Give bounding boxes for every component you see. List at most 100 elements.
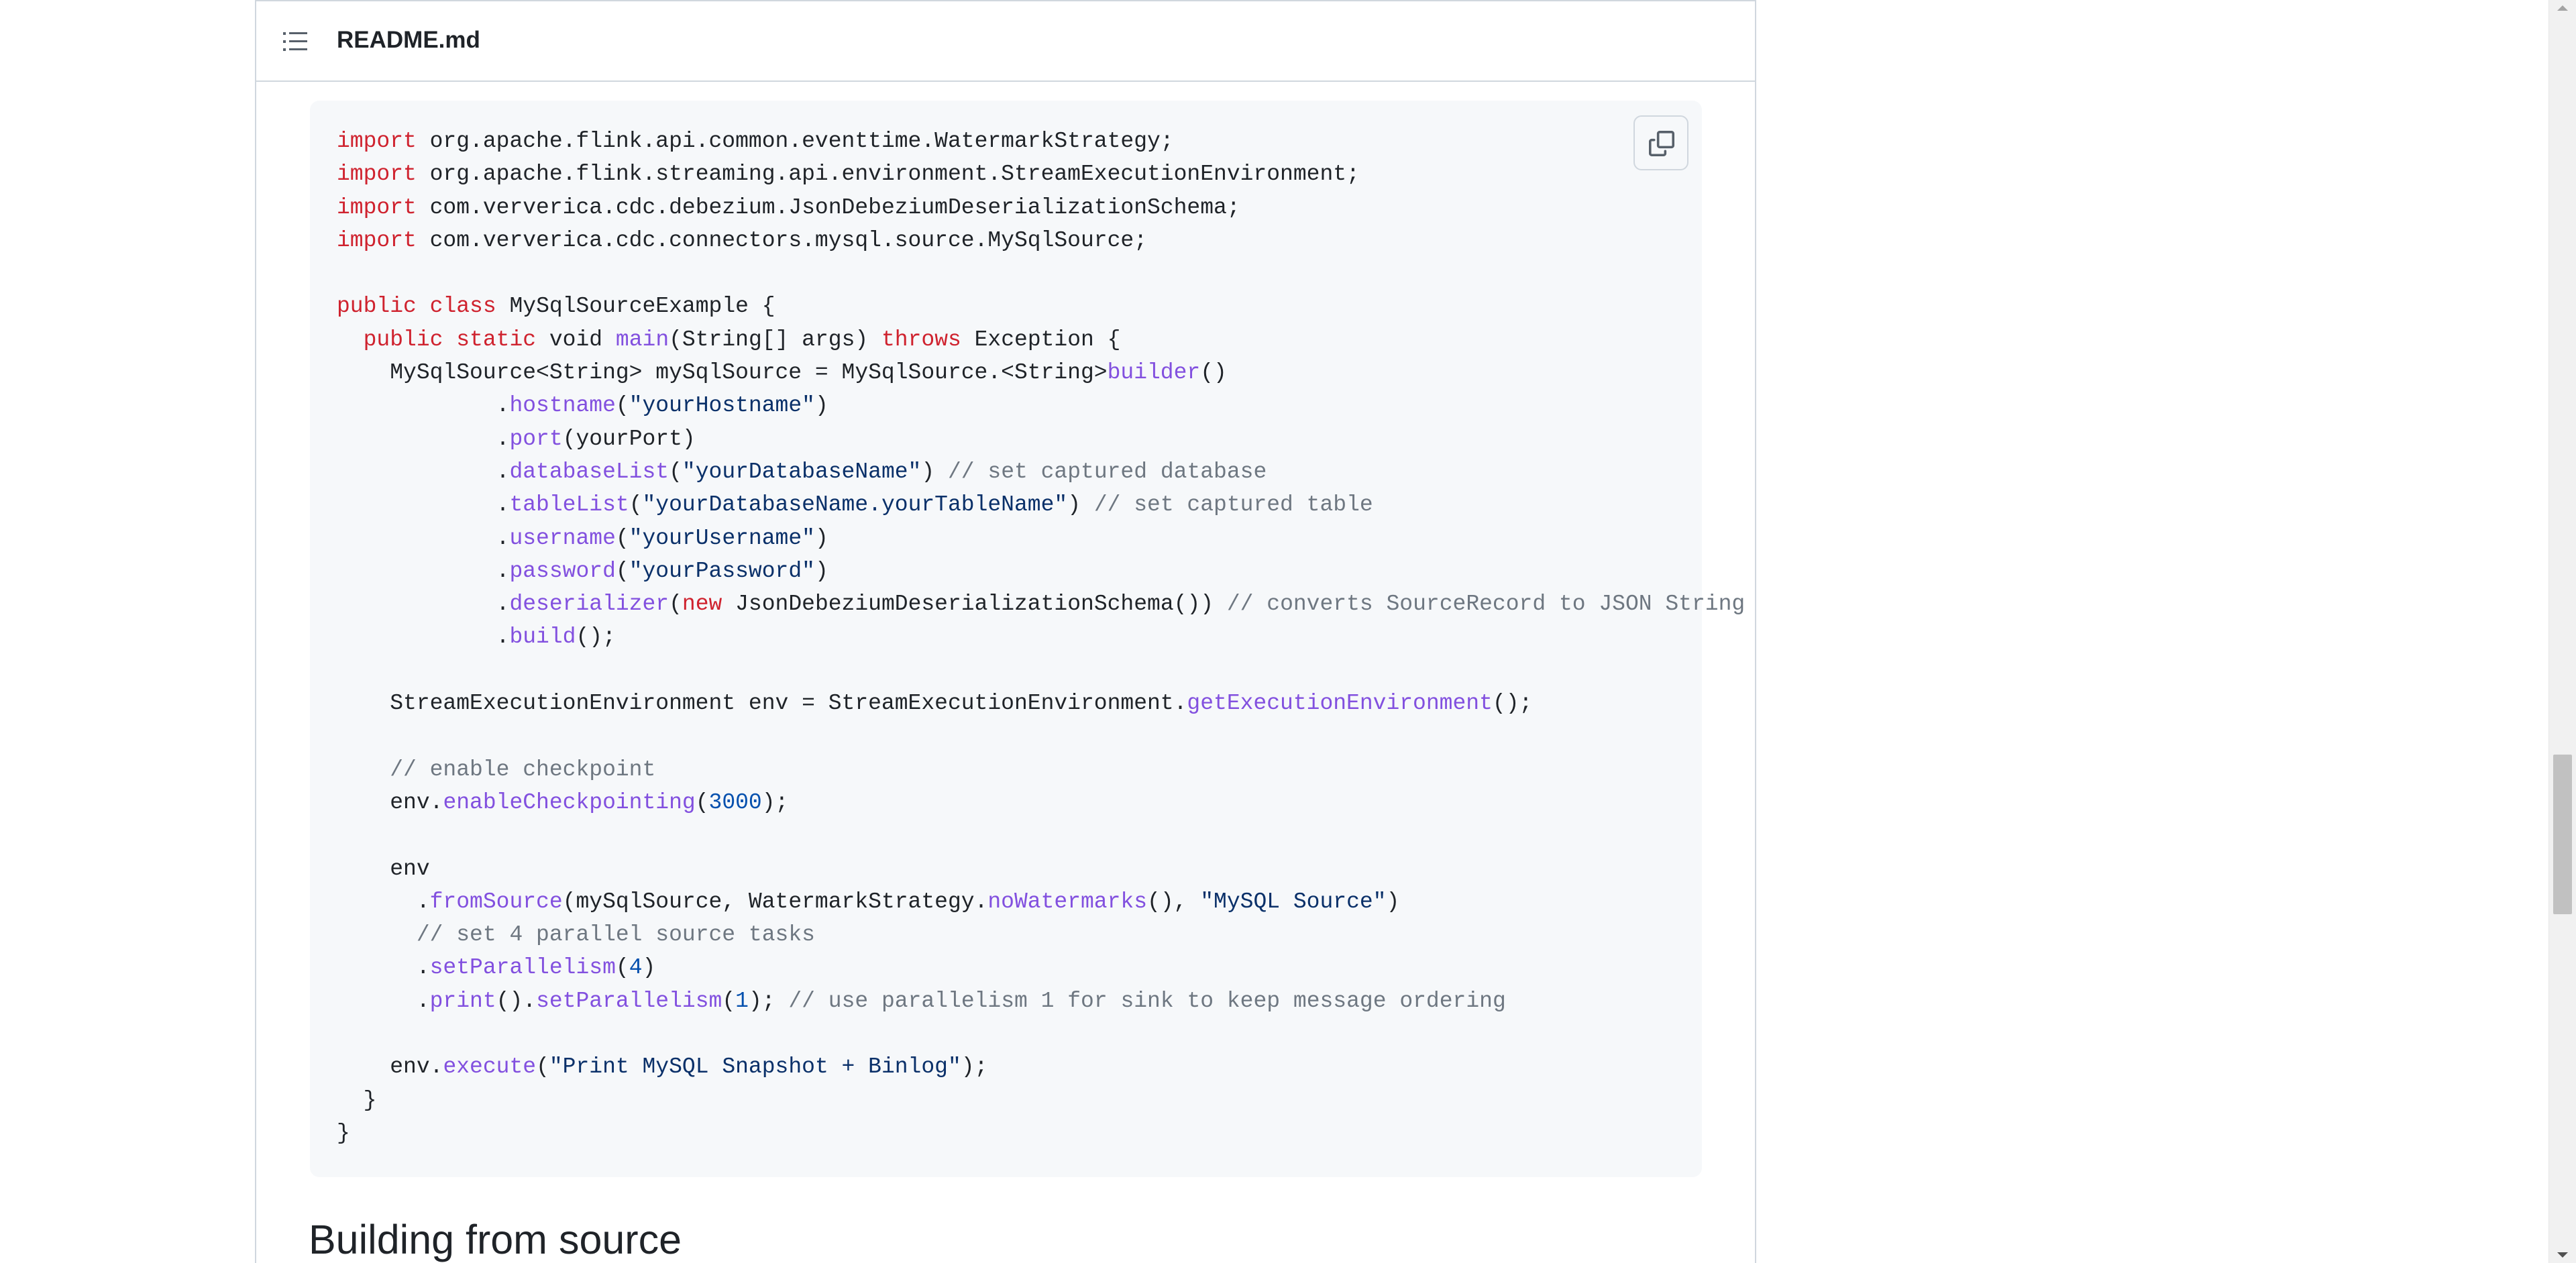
code-line: env.execute("Print MySQL Snapshot + Binl… [337,1050,1745,1083]
code-line: import org.apache.flink.streaming.api.en… [337,158,1745,190]
code-token: . [337,889,430,914]
code-token: ) [814,393,828,419]
keyword-token: import [337,227,417,253]
code-token: ); [961,1054,988,1080]
vertical-scrollbar[interactable] [2548,0,2576,1263]
code-token: ); [748,988,789,1013]
code-token: ) [1067,492,1094,518]
function-token: username [509,525,616,551]
code-token: ( [536,1054,549,1080]
keyword-token: public [363,327,443,352]
code-content: import org.apache.flink.api.common.event… [337,125,1745,1150]
code-token: com.ververica.cdc.debezium.JsonDebeziumD… [416,195,1240,220]
function-token: setParallelism [536,988,722,1013]
code-token: ( [669,459,682,484]
number-token: 1 [735,988,749,1013]
scroll-down-arrow-icon[interactable] [2557,1252,2568,1258]
code-token: ( [615,955,629,981]
scroll-up-arrow-icon[interactable] [2557,5,2568,11]
code-token: ( [695,789,709,815]
code-line: import org.apache.flink.api.common.event… [337,125,1745,158]
function-token: enableCheckpointing [443,789,696,815]
code-line: env [337,853,1745,885]
code-token: org.apache.flink.streaming.api.environme… [416,162,1360,187]
code-line: .tableList("yourDatabaseName.yourTableNa… [337,488,1745,521]
keyword-token: static [456,327,537,352]
comment-token: // set 4 parallel source tasks [416,922,815,948]
code-line: // set 4 parallel source tasks [337,918,1745,951]
code-line: .setParallelism(4) [337,951,1745,984]
code-line: .password("yourPassword") [337,555,1745,588]
function-token: build [509,624,576,650]
code-token: ); [761,789,789,815]
code-line: .username("yourUsername") [337,522,1745,555]
code-token: env. [337,1054,443,1080]
keyword-token: throws [881,327,961,352]
keyword-token: new [682,592,722,617]
code-token: . [337,988,430,1013]
keyword-token: import [337,195,417,220]
code-line: MySqlSource<String> mySqlSource = MySqlS… [337,356,1745,389]
string-token: "yourDatabaseName" [682,459,922,484]
function-token: noWatermarks [987,889,1148,914]
string-token: "yourHostname" [629,393,815,419]
string-token: "yourPassword" [629,558,815,584]
keyword-token: public [337,294,417,319]
code-token: } [337,1120,350,1146]
number-token: 4 [629,955,643,981]
code-line: public class MySqlSourceExample { [337,290,1745,323]
scrollbar-thumb[interactable] [2553,755,2572,914]
function-token: tableList [509,492,629,518]
function-token: hostname [509,393,616,419]
code-token: MySqlSourceExample { [496,294,775,319]
readme-filename: README.md [337,27,480,53]
list-icon[interactable] [283,31,307,52]
code-token: . [337,459,510,484]
code-token: org.apache.flink.api.common.eventtime.Wa… [416,129,1174,154]
function-token: setParallelism [429,955,616,981]
code-token: MySqlSource<String> mySqlSource = MySqlS… [337,360,1108,386]
string-token: "yourDatabaseName.yourTableName" [642,492,1068,518]
function-token: execute [443,1054,537,1080]
code-token: . [337,426,510,451]
string-token: "Print MySQL Snapshot + Binlog" [549,1054,961,1080]
comment-token: // set captured database [947,459,1267,484]
code-token: StreamExecutionEnvironment env = StreamE… [337,691,1187,716]
code-token: } [337,1087,377,1113]
code-token: . [337,393,510,419]
code-line: import com.ververica.cdc.connectors.mysq… [337,224,1745,257]
code-token: . [337,955,430,981]
code-line: .hostname("yourHostname") [337,389,1745,422]
code-token: ( [615,525,629,551]
function-token: getExecutionEnvironment [1187,691,1493,716]
function-token: port [509,426,563,451]
code-token: ( [629,492,643,518]
code-block[interactable]: import org.apache.flink.api.common.event… [310,101,1745,1177]
string-token: "yourUsername" [629,525,815,551]
keyword-token: import [337,162,417,187]
code-token: JsonDebeziumDeserializationSchema()) [722,592,1227,617]
code-token: ) [642,955,656,981]
code-line: .databaseList("yourDatabaseName") // set… [337,455,1745,488]
code-token: void [536,327,616,352]
code-line: import com.ververica.cdc.debezium.JsonDe… [337,191,1745,224]
code-token: () [1200,360,1227,386]
comment-token: // use parallelism 1 for sink to keep me… [788,988,1506,1013]
code-token: (); [576,624,616,650]
comment-token: // set captured table [1093,492,1373,518]
function-token: main [615,327,669,352]
code-token: (). [496,988,537,1013]
code-line: .fromSource(mySqlSource, WatermarkStrate… [337,885,1745,918]
code-line: // enable checkpoint [337,753,1745,786]
number-token: 3000 [708,789,762,815]
keyword-token: import [337,129,417,154]
